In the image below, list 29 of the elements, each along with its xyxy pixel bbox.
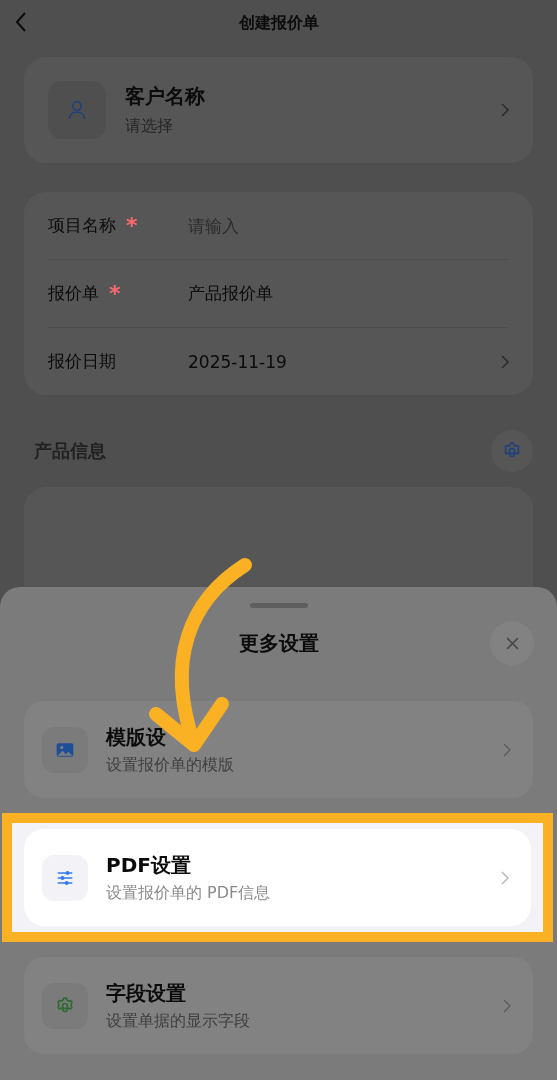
chevron-icon	[501, 870, 509, 885]
settings-item[interactable]: 模版设 设置报价单的模版	[24, 701, 533, 798]
settings-item[interactable]: 字段设置 设置单据的显示字段	[24, 957, 533, 1054]
required-mark: *	[126, 213, 138, 238]
chevron-icon	[501, 103, 509, 117]
person-icon	[67, 100, 87, 120]
sheet-title: 更多设置	[238, 629, 319, 657]
chevron-icon	[503, 998, 511, 1013]
item-title: 模版设	[106, 723, 167, 751]
item-title: 字段设置	[106, 979, 187, 1007]
field-label: 报价单	[48, 282, 99, 305]
back-icon[interactable]	[15, 12, 27, 32]
item-title: PDF设置	[106, 851, 192, 879]
item-subtitle: 设置报价单的 PDF信息	[106, 882, 272, 904]
close-button[interactable]	[490, 621, 534, 665]
item-subtitle: 设置单据的显示字段	[106, 1010, 251, 1032]
close-icon	[505, 636, 519, 650]
field-label: 项目名称	[48, 214, 116, 237]
item-subtitle: 设置报价单的模版	[106, 754, 235, 776]
settings-button[interactable]	[491, 430, 533, 472]
required-mark: *	[109, 281, 121, 306]
field-value[interactable]: 产品报价单	[188, 282, 509, 305]
settings-item[interactable]: PDF设置 设置报价单的 PDF信息	[24, 829, 531, 926]
field-label: 报价日期	[48, 350, 116, 373]
field-value[interactable]: 2025-11-19	[188, 351, 501, 372]
drag-handle[interactable]	[249, 603, 308, 608]
chevron-icon	[503, 742, 511, 757]
customer-title: 客户名称	[125, 83, 206, 110]
page-title: 创建报价单	[238, 13, 319, 34]
